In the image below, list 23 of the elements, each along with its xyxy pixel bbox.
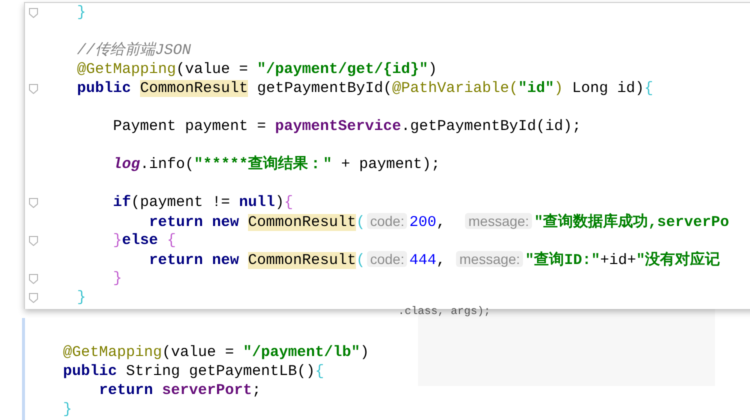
fold-icon[interactable] bbox=[28, 8, 38, 18]
code-line: return new CommonResult( code: 444, message: "查询ID:"+id+"没有对应记 bbox=[148, 250, 720, 270]
code-line: } bbox=[62, 400, 72, 419]
code-line: return serverPort; bbox=[98, 381, 262, 400]
code-line: public CommonResult getPaymentById(@PathVariable("id") Long id){ bbox=[76, 79, 654, 98]
fold-icon[interactable] bbox=[28, 84, 38, 94]
code-line: } bbox=[76, 3, 86, 22]
code-line: Payment payment = paymentService.getPaymentById(id); bbox=[112, 117, 582, 136]
code-line: @GetMapping(value = "/payment/get/{id}") bbox=[76, 60, 438, 79]
fold-icon[interactable] bbox=[28, 236, 38, 246]
fold-icon[interactable] bbox=[28, 198, 38, 208]
code-line: } bbox=[76, 288, 86, 307]
code-line: .class, args); bbox=[398, 306, 490, 319]
code-line: log.info("*****查询结果：" + payment); bbox=[112, 155, 440, 174]
code-line: @GetMapping(value = "/payment/lb") bbox=[62, 343, 370, 362]
code-line: public String getPaymentLB(){ bbox=[62, 362, 324, 381]
code-line: if(payment != null){ bbox=[112, 193, 294, 212]
fold-icon[interactable] bbox=[28, 274, 38, 284]
code-line: return new CommonResult( code: 200, message: "查询数据库成功,serverPo bbox=[148, 212, 730, 232]
code-line: } bbox=[112, 269, 122, 288]
code-line: //传给前端JSON bbox=[76, 41, 192, 60]
code-line: }else { bbox=[112, 231, 176, 250]
fold-icon[interactable] bbox=[28, 292, 38, 302]
